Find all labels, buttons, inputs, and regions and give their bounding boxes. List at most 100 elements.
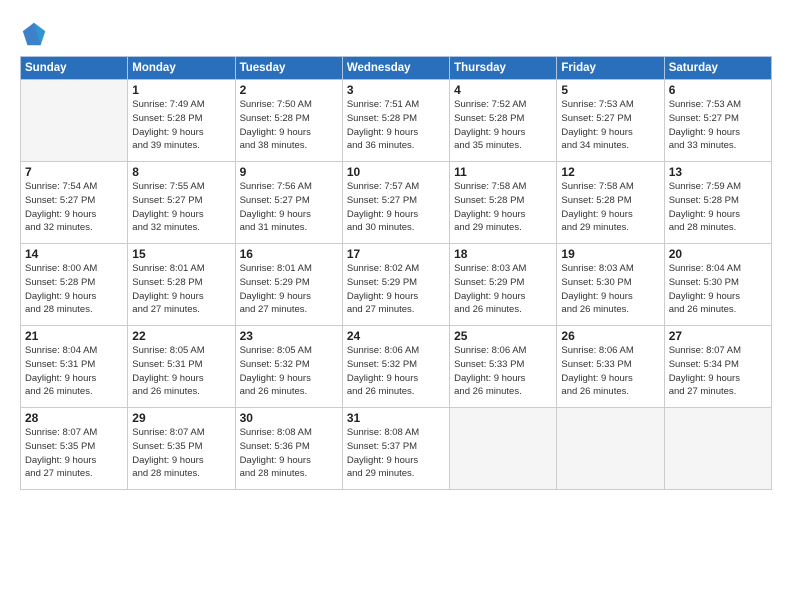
- day-info: Sunrise: 8:01 AM Sunset: 5:28 PM Dayligh…: [132, 262, 230, 317]
- day-info: Sunrise: 8:03 AM Sunset: 5:30 PM Dayligh…: [561, 262, 659, 317]
- day-info: Sunrise: 7:54 AM Sunset: 5:27 PM Dayligh…: [25, 180, 123, 235]
- weekday-header-tuesday: Tuesday: [235, 57, 342, 80]
- weekday-header-monday: Monday: [128, 57, 235, 80]
- calendar-cell: 18Sunrise: 8:03 AM Sunset: 5:29 PM Dayli…: [450, 244, 557, 326]
- day-info: Sunrise: 7:56 AM Sunset: 5:27 PM Dayligh…: [240, 180, 338, 235]
- calendar-cell: [21, 80, 128, 162]
- day-info: Sunrise: 8:04 AM Sunset: 5:30 PM Dayligh…: [669, 262, 767, 317]
- calendar-cell: 20Sunrise: 8:04 AM Sunset: 5:30 PM Dayli…: [664, 244, 771, 326]
- calendar-cell: [664, 408, 771, 490]
- calendar-cell: [450, 408, 557, 490]
- calendar-cell: 26Sunrise: 8:06 AM Sunset: 5:33 PM Dayli…: [557, 326, 664, 408]
- day-info: Sunrise: 7:53 AM Sunset: 5:27 PM Dayligh…: [669, 98, 767, 153]
- day-number: 18: [454, 247, 552, 261]
- weekday-header-friday: Friday: [557, 57, 664, 80]
- calendar-cell: 16Sunrise: 8:01 AM Sunset: 5:29 PM Dayli…: [235, 244, 342, 326]
- calendar-cell: 13Sunrise: 7:59 AM Sunset: 5:28 PM Dayli…: [664, 162, 771, 244]
- day-number: 3: [347, 83, 445, 97]
- day-number: 20: [669, 247, 767, 261]
- calendar-week-3: 14Sunrise: 8:00 AM Sunset: 5:28 PM Dayli…: [21, 244, 772, 326]
- logo-icon: [20, 20, 48, 48]
- day-info: Sunrise: 8:06 AM Sunset: 5:33 PM Dayligh…: [454, 344, 552, 399]
- header: [20, 16, 772, 48]
- day-number: 31: [347, 411, 445, 425]
- calendar-cell: 9Sunrise: 7:56 AM Sunset: 5:27 PM Daylig…: [235, 162, 342, 244]
- calendar-cell: 29Sunrise: 8:07 AM Sunset: 5:35 PM Dayli…: [128, 408, 235, 490]
- calendar-cell: 11Sunrise: 7:58 AM Sunset: 5:28 PM Dayli…: [450, 162, 557, 244]
- day-info: Sunrise: 7:50 AM Sunset: 5:28 PM Dayligh…: [240, 98, 338, 153]
- day-number: 5: [561, 83, 659, 97]
- calendar-cell: 31Sunrise: 8:08 AM Sunset: 5:37 PM Dayli…: [342, 408, 449, 490]
- day-info: Sunrise: 7:55 AM Sunset: 5:27 PM Dayligh…: [132, 180, 230, 235]
- day-number: 19: [561, 247, 659, 261]
- calendar-cell: 5Sunrise: 7:53 AM Sunset: 5:27 PM Daylig…: [557, 80, 664, 162]
- weekday-header-saturday: Saturday: [664, 57, 771, 80]
- calendar-week-1: 1Sunrise: 7:49 AM Sunset: 5:28 PM Daylig…: [21, 80, 772, 162]
- day-number: 29: [132, 411, 230, 425]
- day-number: 8: [132, 165, 230, 179]
- calendar-cell: 2Sunrise: 7:50 AM Sunset: 5:28 PM Daylig…: [235, 80, 342, 162]
- day-number: 12: [561, 165, 659, 179]
- day-info: Sunrise: 7:57 AM Sunset: 5:27 PM Dayligh…: [347, 180, 445, 235]
- calendar-cell: 6Sunrise: 7:53 AM Sunset: 5:27 PM Daylig…: [664, 80, 771, 162]
- weekday-header-sunday: Sunday: [21, 57, 128, 80]
- day-number: 14: [25, 247, 123, 261]
- day-number: 15: [132, 247, 230, 261]
- calendar-cell: 4Sunrise: 7:52 AM Sunset: 5:28 PM Daylig…: [450, 80, 557, 162]
- day-info: Sunrise: 8:06 AM Sunset: 5:32 PM Dayligh…: [347, 344, 445, 399]
- calendar-cell: 22Sunrise: 8:05 AM Sunset: 5:31 PM Dayli…: [128, 326, 235, 408]
- day-number: 28: [25, 411, 123, 425]
- day-number: 1: [132, 83, 230, 97]
- calendar-cell: 12Sunrise: 7:58 AM Sunset: 5:28 PM Dayli…: [557, 162, 664, 244]
- day-number: 17: [347, 247, 445, 261]
- day-number: 7: [25, 165, 123, 179]
- calendar-cell: 7Sunrise: 7:54 AM Sunset: 5:27 PM Daylig…: [21, 162, 128, 244]
- day-info: Sunrise: 7:58 AM Sunset: 5:28 PM Dayligh…: [561, 180, 659, 235]
- day-info: Sunrise: 8:04 AM Sunset: 5:31 PM Dayligh…: [25, 344, 123, 399]
- day-number: 11: [454, 165, 552, 179]
- day-info: Sunrise: 8:07 AM Sunset: 5:35 PM Dayligh…: [25, 426, 123, 481]
- day-number: 27: [669, 329, 767, 343]
- calendar-cell: 17Sunrise: 8:02 AM Sunset: 5:29 PM Dayli…: [342, 244, 449, 326]
- calendar-cell: 27Sunrise: 8:07 AM Sunset: 5:34 PM Dayli…: [664, 326, 771, 408]
- calendar-week-5: 28Sunrise: 8:07 AM Sunset: 5:35 PM Dayli…: [21, 408, 772, 490]
- calendar-cell: 28Sunrise: 8:07 AM Sunset: 5:35 PM Dayli…: [21, 408, 128, 490]
- day-number: 16: [240, 247, 338, 261]
- day-info: Sunrise: 8:05 AM Sunset: 5:31 PM Dayligh…: [132, 344, 230, 399]
- weekday-header-thursday: Thursday: [450, 57, 557, 80]
- day-info: Sunrise: 8:08 AM Sunset: 5:36 PM Dayligh…: [240, 426, 338, 481]
- day-number: 6: [669, 83, 767, 97]
- day-number: 26: [561, 329, 659, 343]
- day-number: 9: [240, 165, 338, 179]
- calendar-cell: 1Sunrise: 7:49 AM Sunset: 5:28 PM Daylig…: [128, 80, 235, 162]
- day-info: Sunrise: 8:02 AM Sunset: 5:29 PM Dayligh…: [347, 262, 445, 317]
- day-info: Sunrise: 7:58 AM Sunset: 5:28 PM Dayligh…: [454, 180, 552, 235]
- day-info: Sunrise: 8:07 AM Sunset: 5:35 PM Dayligh…: [132, 426, 230, 481]
- calendar-week-2: 7Sunrise: 7:54 AM Sunset: 5:27 PM Daylig…: [21, 162, 772, 244]
- calendar-cell: 19Sunrise: 8:03 AM Sunset: 5:30 PM Dayli…: [557, 244, 664, 326]
- calendar-cell: 24Sunrise: 8:06 AM Sunset: 5:32 PM Dayli…: [342, 326, 449, 408]
- day-number: 30: [240, 411, 338, 425]
- calendar-cell: 8Sunrise: 7:55 AM Sunset: 5:27 PM Daylig…: [128, 162, 235, 244]
- calendar-cell: 3Sunrise: 7:51 AM Sunset: 5:28 PM Daylig…: [342, 80, 449, 162]
- day-info: Sunrise: 8:05 AM Sunset: 5:32 PM Dayligh…: [240, 344, 338, 399]
- day-info: Sunrise: 7:52 AM Sunset: 5:28 PM Dayligh…: [454, 98, 552, 153]
- calendar-cell: 15Sunrise: 8:01 AM Sunset: 5:28 PM Dayli…: [128, 244, 235, 326]
- calendar-cell: 21Sunrise: 8:04 AM Sunset: 5:31 PM Dayli…: [21, 326, 128, 408]
- day-info: Sunrise: 7:49 AM Sunset: 5:28 PM Dayligh…: [132, 98, 230, 153]
- day-info: Sunrise: 7:53 AM Sunset: 5:27 PM Dayligh…: [561, 98, 659, 153]
- calendar-cell: 10Sunrise: 7:57 AM Sunset: 5:27 PM Dayli…: [342, 162, 449, 244]
- day-info: Sunrise: 8:01 AM Sunset: 5:29 PM Dayligh…: [240, 262, 338, 317]
- day-number: 24: [347, 329, 445, 343]
- day-info: Sunrise: 8:06 AM Sunset: 5:33 PM Dayligh…: [561, 344, 659, 399]
- calendar-cell: [557, 408, 664, 490]
- day-info: Sunrise: 7:59 AM Sunset: 5:28 PM Dayligh…: [669, 180, 767, 235]
- calendar-cell: 25Sunrise: 8:06 AM Sunset: 5:33 PM Dayli…: [450, 326, 557, 408]
- weekday-header-wednesday: Wednesday: [342, 57, 449, 80]
- calendar-week-4: 21Sunrise: 8:04 AM Sunset: 5:31 PM Dayli…: [21, 326, 772, 408]
- day-info: Sunrise: 7:51 AM Sunset: 5:28 PM Dayligh…: [347, 98, 445, 153]
- calendar-cell: 30Sunrise: 8:08 AM Sunset: 5:36 PM Dayli…: [235, 408, 342, 490]
- day-info: Sunrise: 8:08 AM Sunset: 5:37 PM Dayligh…: [347, 426, 445, 481]
- logo: [20, 20, 50, 48]
- day-info: Sunrise: 8:07 AM Sunset: 5:34 PM Dayligh…: [669, 344, 767, 399]
